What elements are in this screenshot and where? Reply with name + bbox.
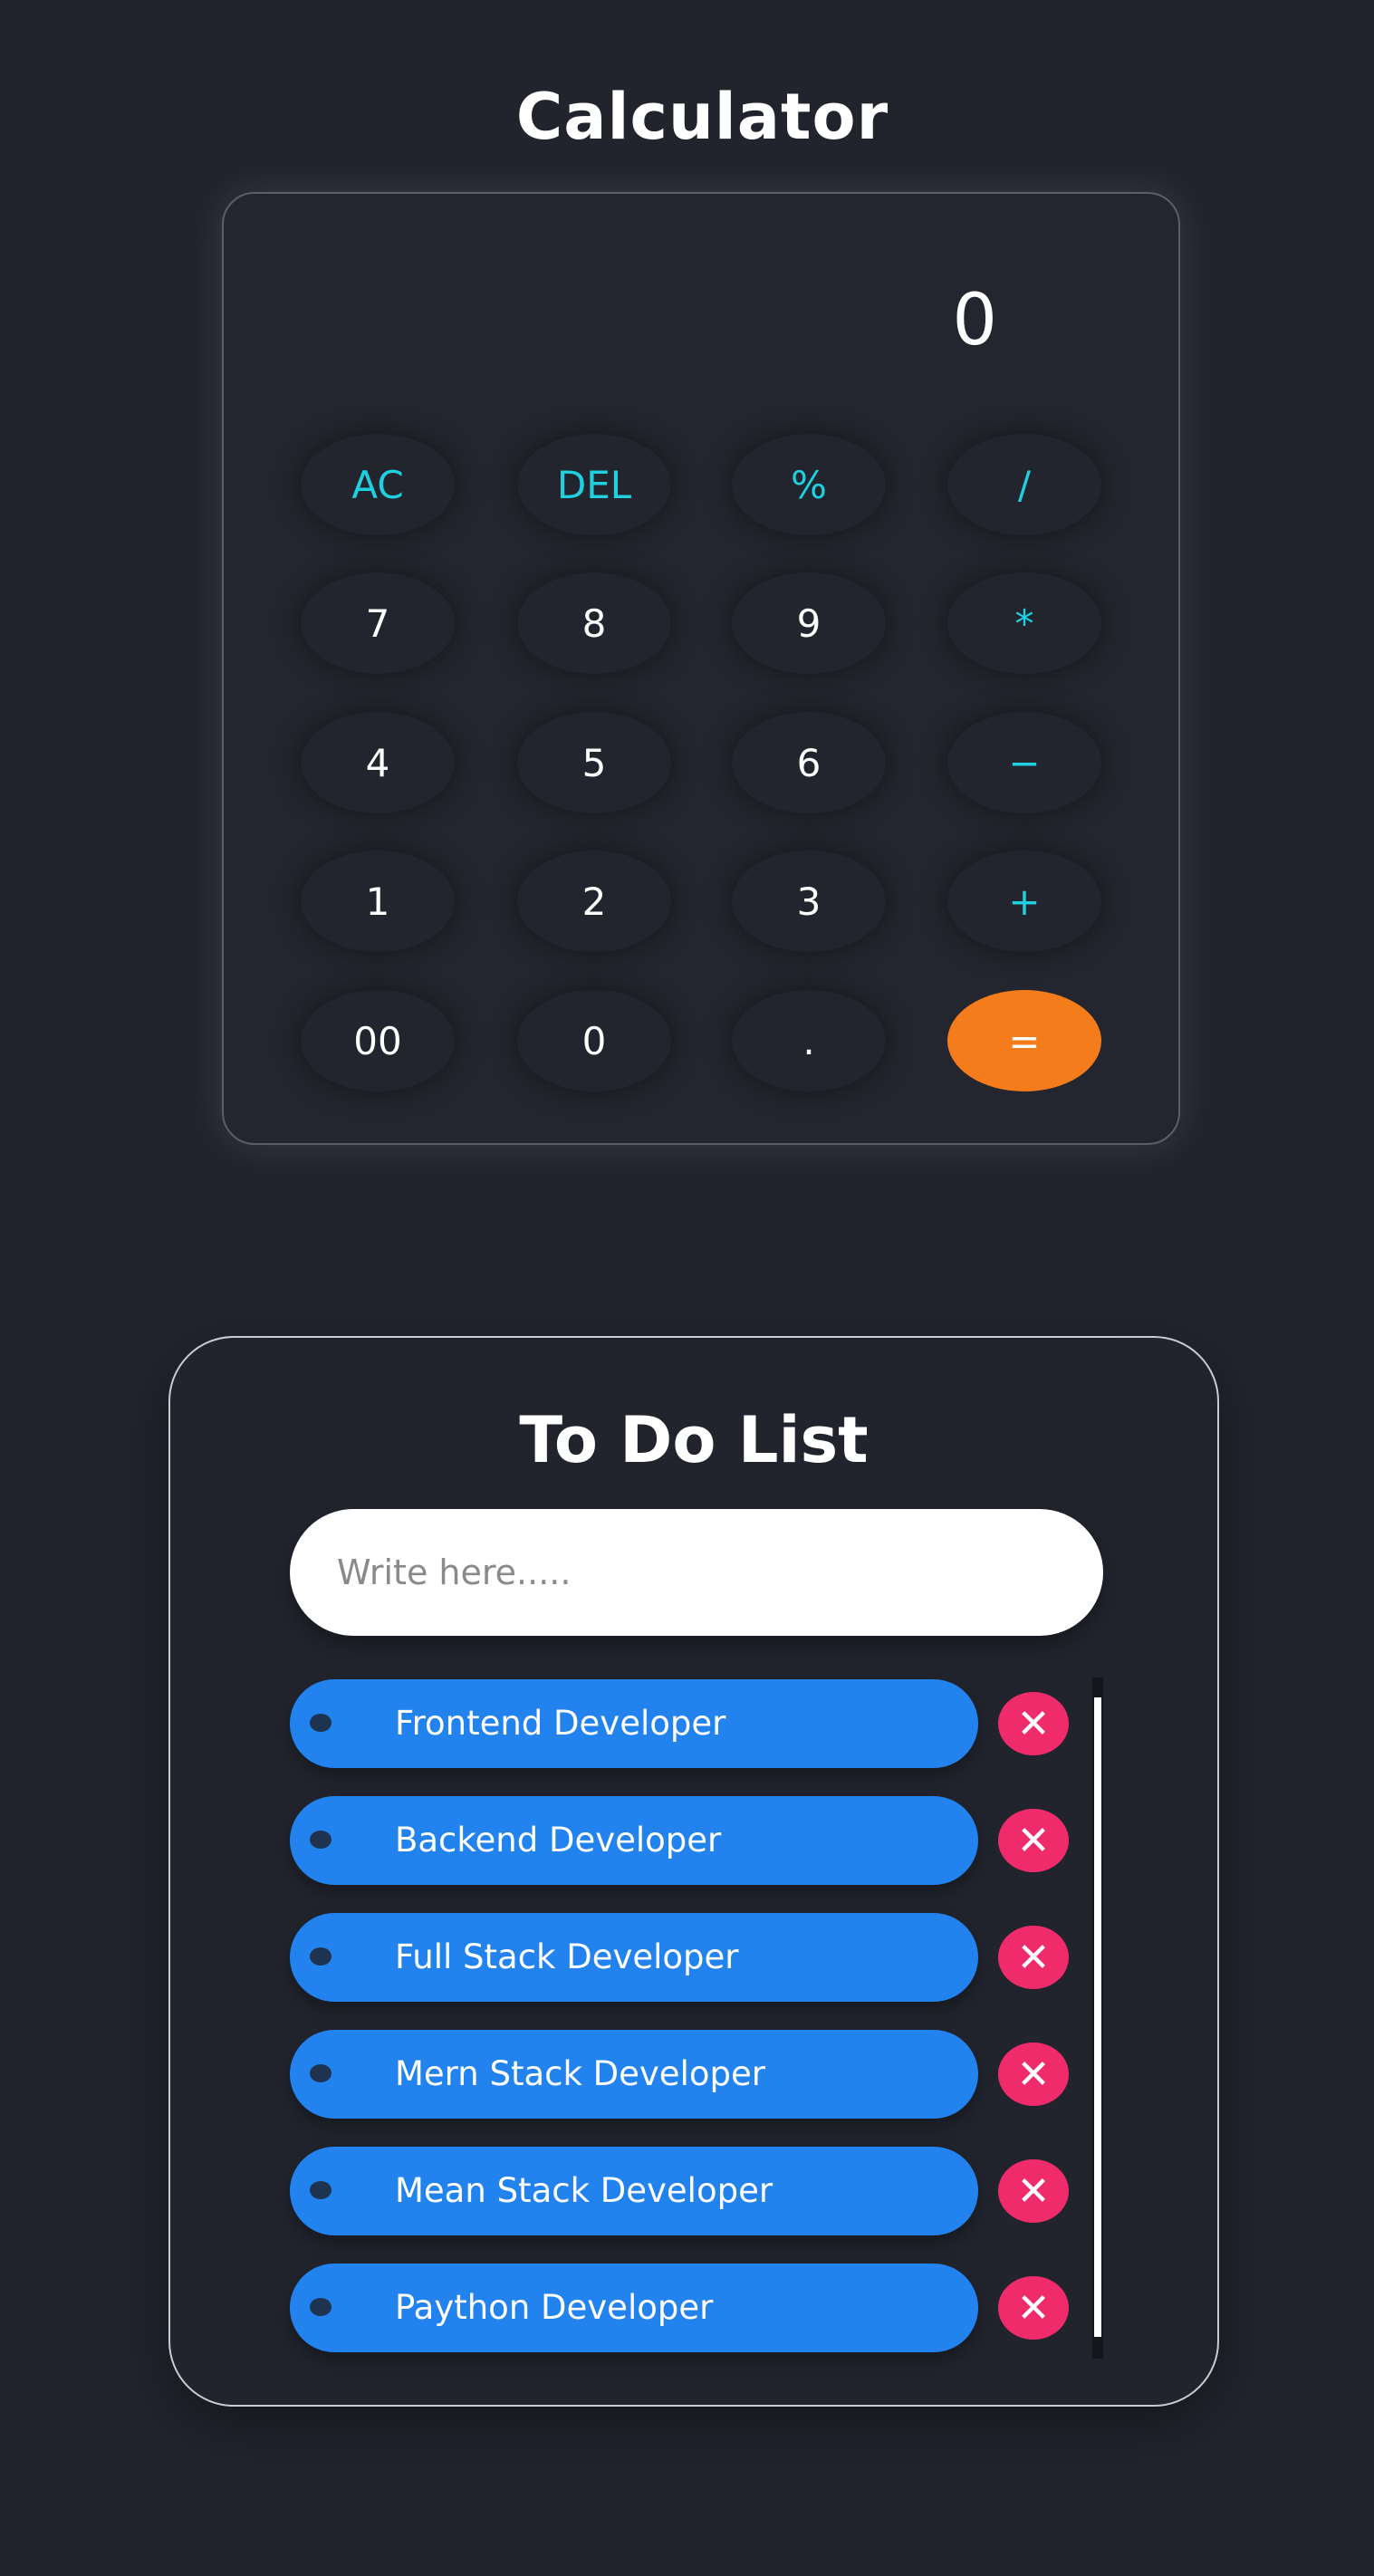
clear-button[interactable]: AC xyxy=(301,434,455,535)
todo-item-label: Full Stack Developer xyxy=(395,1937,739,1976)
todo-item-label: Mean Stack Developer xyxy=(395,2171,773,2210)
todo-scrollbar[interactable] xyxy=(1092,1677,1103,2359)
equals-button[interactable]: = xyxy=(947,990,1101,1091)
digit-3-button[interactable]: 3 xyxy=(732,851,886,952)
todo-item: Frontend Developer ✕ xyxy=(290,1679,1069,1770)
digit-8-button[interactable]: 8 xyxy=(517,572,671,674)
digit-9-button[interactable]: 9 xyxy=(732,572,886,674)
close-icon[interactable]: ✕ xyxy=(998,2276,1069,2340)
close-icon[interactable]: ✕ xyxy=(998,2043,1069,2106)
calculator-display: 0 xyxy=(952,280,997,361)
bullet-icon xyxy=(310,2181,331,2199)
digit-6-button[interactable]: 6 xyxy=(732,712,886,813)
todo-item: Backend Developer ✕ xyxy=(290,1796,1069,1887)
bullet-icon xyxy=(310,2298,331,2316)
todo-item: Mean Stack Developer ✕ xyxy=(290,2147,1069,2237)
calculator-title: Calculator xyxy=(515,80,889,154)
todo-input[interactable] xyxy=(290,1509,1103,1636)
todo-item-pill[interactable]: Mern Stack Developer xyxy=(290,2030,978,2119)
todo-item-label: Mern Stack Developer xyxy=(395,2054,765,2093)
todo-item-pill[interactable]: Mean Stack Developer xyxy=(290,2147,978,2235)
decimal-button[interactable]: . xyxy=(732,990,886,1091)
digit-0-button[interactable]: 0 xyxy=(517,990,671,1091)
close-icon[interactable]: ✕ xyxy=(998,1809,1069,1872)
calculator-panel: 0 AC DEL%/7 8 9 * 4 5 6−1 2 3 +00 0. = xyxy=(222,192,1180,1145)
digit-7-button[interactable]: 7 xyxy=(301,572,455,674)
bullet-icon xyxy=(310,1714,331,1732)
bullet-icon xyxy=(310,1947,331,1966)
todo-item-pill[interactable]: Paython Developer xyxy=(290,2264,978,2352)
add-button[interactable]: + xyxy=(947,851,1101,952)
bullet-icon xyxy=(310,2064,331,2082)
digit-5-button[interactable]: 5 xyxy=(517,712,671,813)
bullet-icon xyxy=(310,1831,331,1849)
close-icon[interactable]: ✕ xyxy=(998,1692,1069,1755)
todo-item-pill[interactable]: Frontend Developer xyxy=(290,1679,978,1768)
close-icon[interactable]: ✕ xyxy=(998,1926,1069,1989)
digit-4-button[interactable]: 4 xyxy=(301,712,455,813)
todo-item-pill[interactable]: Backend Developer xyxy=(290,1796,978,1885)
digit-1-button[interactable]: 1 xyxy=(301,851,455,952)
todo-title: To Do List xyxy=(519,1403,869,1477)
delete-button[interactable]: DEL xyxy=(517,434,671,535)
todo-item: Paython Developer ✕ xyxy=(290,2264,1069,2354)
close-icon[interactable]: ✕ xyxy=(998,2159,1069,2223)
multiply-button[interactable]: * xyxy=(947,572,1101,674)
todo-item-label: Paython Developer xyxy=(395,2288,714,2327)
todo-item: Full Stack Developer ✕ xyxy=(290,1913,1069,2004)
percent-button[interactable]: % xyxy=(732,434,886,535)
todo-scrollbar-thumb[interactable] xyxy=(1094,1697,1101,2337)
todo-panel: To Do List Frontend Developer✕Backend De… xyxy=(168,1336,1219,2407)
divide-button[interactable]: / xyxy=(947,434,1101,535)
digit-2-button[interactable]: 2 xyxy=(517,851,671,952)
double-zero-button[interactable]: 00 xyxy=(301,990,455,1091)
todo-item-pill[interactable]: Full Stack Developer xyxy=(290,1913,978,2002)
todo-item-label: Frontend Developer xyxy=(395,1704,726,1743)
subtract-button[interactable]: − xyxy=(947,712,1101,813)
todo-item-label: Backend Developer xyxy=(395,1821,722,1860)
todo-item: Mern Stack Developer ✕ xyxy=(290,2030,1069,2120)
